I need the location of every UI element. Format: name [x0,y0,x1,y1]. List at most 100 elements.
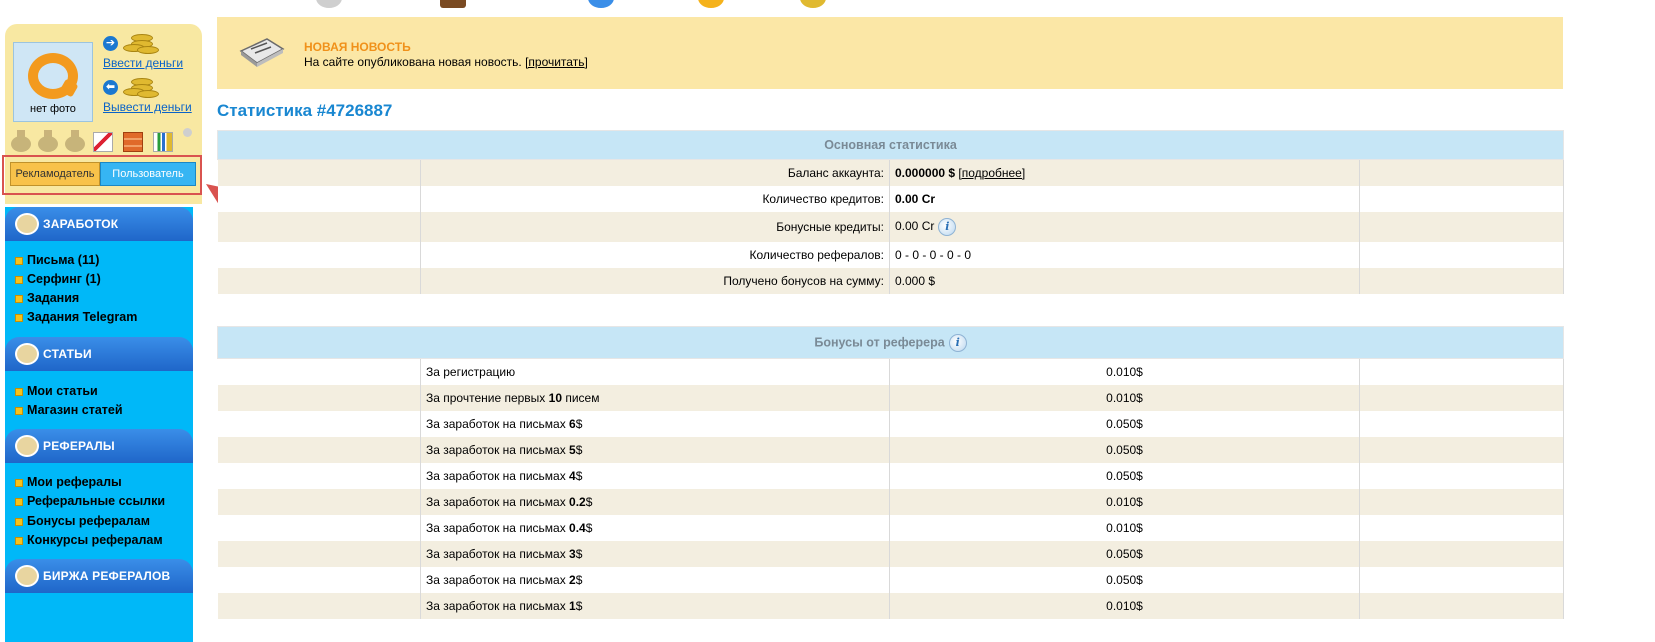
stat-value: 0 - 0 - 0 - 0 - 0 [889,241,1360,268]
menu-section-referral-exchange[interactable]: БИРЖА РЕФЕРАЛОВ [5,559,193,593]
bonus-amount: 0.010$ [889,488,1360,515]
news-message: На сайте опубликована новая новость. [304,55,522,69]
coins-icon [123,76,159,98]
news-text: На сайте опубликована новая новость. [пр… [304,55,588,69]
main-stats-table: Основная статистика Баланс аккаунта: 0.0… [217,130,1564,294]
deposit-link[interactable]: Ввести деньги [103,56,183,70]
referrer-bonus-title: Бонусы от реферера [814,334,945,349]
role-advertiser-tab[interactable]: Рекламодатель [10,162,100,186]
chart-icon[interactable] [153,132,173,152]
menu-item-article-shop[interactable]: Магазин статей [15,401,123,419]
table-row: За заработок на письмах 0.2$ 0.010$ [217,488,1565,515]
top-nav-icon-1[interactable] [316,0,342,8]
balance-details-link[interactable]: [подробнее] [958,166,1025,180]
news-banner: НОВАЯ НОВОСТЬ На сайте опубликована нова… [217,17,1563,89]
bonus-condition: За заработок на письмах 1$ [420,592,890,619]
withdraw-link[interactable]: Вывести деньги [103,100,192,114]
bonus-amount: 0.010$ [889,358,1360,385]
bonus-amount: 0.010$ [889,384,1360,411]
stat-value: 0.00 Cr [889,185,1360,212]
menu-item-referral-bonuses[interactable]: Бонусы рефералам [15,512,150,530]
top-nav-icon-4[interactable] [698,0,724,8]
balance-value: 0.000000 $ [895,165,956,180]
referrals-icon [15,435,39,457]
table-row: Бонусные кредиты: 0.00 Cr i [217,211,1564,242]
stat-value: 0.000 $ [889,267,1360,294]
exchange-icon [15,565,39,587]
coins-icon [123,32,159,54]
status-dot-icon [183,128,192,137]
menu-section-earnings[interactable]: ЗАРАБОТОК [5,207,193,241]
medal-icon [65,130,85,152]
medal-icon [11,130,31,152]
role-user-tab[interactable]: Пользователь [100,162,196,186]
table-row: За заработок на письмах 5$ 0.050$ [217,436,1565,463]
deposit-block: ➔ Ввести деньги [103,32,203,76]
bonus-condition: За регистрацию [420,358,890,385]
menu-item-tasks[interactable]: Задания [15,289,79,307]
info-icon[interactable]: i [938,217,957,236]
avatar-label: нет фото [30,103,76,115]
menu-item-letters[interactable]: Письма (11) [15,251,99,269]
top-nav-icon-3[interactable] [588,0,614,8]
arrow-left-icon[interactable]: ⬅ [103,80,118,95]
page-title: Статистика #4726887 [217,101,393,120]
referrer-bonus-table: Бонусы от реферера i За регистрацию 0.010$… [216,326,1565,619]
menu-section-title: БИРЖА РЕФЕРАЛОВ [43,569,171,583]
menu-section-title: РЕФЕРАЛЫ [43,439,115,453]
bonus-amount: 0.050$ [889,410,1360,437]
menu-section-referrals[interactable]: РЕФЕРАЛЫ [5,429,193,463]
table-row: За заработок на письмах 2$ 0.050$ [217,566,1565,593]
arrow-right-icon[interactable]: ➔ [103,36,118,51]
stat-value: 0.000000 $ [подробнее] [889,159,1360,186]
notepad-icon[interactable] [93,132,113,152]
menu-item-telegram-tasks[interactable]: Задания Telegram [15,308,137,326]
menu-section-title: ЗАРАБОТОК [43,217,119,231]
news-fax-icon [239,38,285,67]
stat-value: 0.00 Cr i [889,211,1360,242]
bonus-condition: За заработок на письмах 0.2$ [420,488,890,515]
table-row: За прочтение первых 10 писем 0.010$ [217,384,1565,411]
news-title: НОВАЯ НОВОСТЬ [304,40,411,54]
top-nav-icon-2[interactable] [440,0,466,8]
bonus-condition: За заработок на письмах 3$ [420,540,890,567]
menu-item-referral-links[interactable]: Реферальные ссылки [15,492,165,510]
table-row: За заработок на письмах 1$ 0.010$ [217,592,1565,619]
bonus-condition: За заработок на письмах 2$ [420,566,890,593]
menu-item-surfing[interactable]: Серфинг (1) [15,270,101,288]
avatar-placeholder-icon [28,53,78,99]
table-row: За регистрацию 0.010$ [217,358,1565,385]
bonus-amount: 0.010$ [889,592,1360,619]
stat-label: Количество кредитов: [420,185,890,212]
table-row: За заработок на письмах 6$ 0.050$ [217,410,1565,437]
table-row: За заработок на письмах 0.4$ 0.010$ [217,514,1565,541]
menu-item-my-referrals[interactable]: Мои рефералы [15,473,122,491]
earnings-icon [15,213,39,235]
wall-icon[interactable] [123,132,143,152]
table-row: За заработок на письмах 3$ 0.050$ [217,540,1565,567]
referrer-bonus-header: Бонусы от реферера i [216,326,1565,359]
bonus-amount: 0.050$ [889,540,1360,567]
stat-label: Количество рефералов: [420,241,890,268]
withdraw-block: ⬅ Вывести деньги [103,76,203,120]
info-icon[interactable]: i [948,333,967,352]
menu-item-my-articles[interactable]: Мои статьи [15,382,98,400]
bonus-amount: 0.050$ [889,436,1360,463]
stat-label: Баланс аккаунта: [420,159,890,186]
menu-item-referral-contests[interactable]: Конкурсы рефералам [15,531,163,549]
main-stats-header: Основная статистика [217,130,1564,160]
medal-icon [38,130,58,152]
menu-section-title: СТАТЬИ [43,347,92,361]
medals-row [11,128,201,154]
menu-section-articles[interactable]: СТАТЬИ [5,337,193,371]
table-row: Получено бонусов на сумму: 0.000 $ [217,267,1564,294]
bonus-amount: 0.010$ [889,514,1360,541]
bonus-condition: За заработок на письмах 6$ [420,410,890,437]
stat-label: Получено бонусов на сумму: [420,267,890,294]
bonus-condition: За заработок на письмах 5$ [420,436,890,463]
sidebar-menu: ЗАРАБОТОК Письма (11) Серфинг (1) Задани… [5,207,193,642]
top-nav-icon-5[interactable] [800,0,826,8]
table-row: За заработок на письмах 4$ 0.050$ [217,462,1565,489]
news-read-link[interactable]: [прочитать] [525,55,588,69]
avatar[interactable]: нет фото [13,42,93,122]
